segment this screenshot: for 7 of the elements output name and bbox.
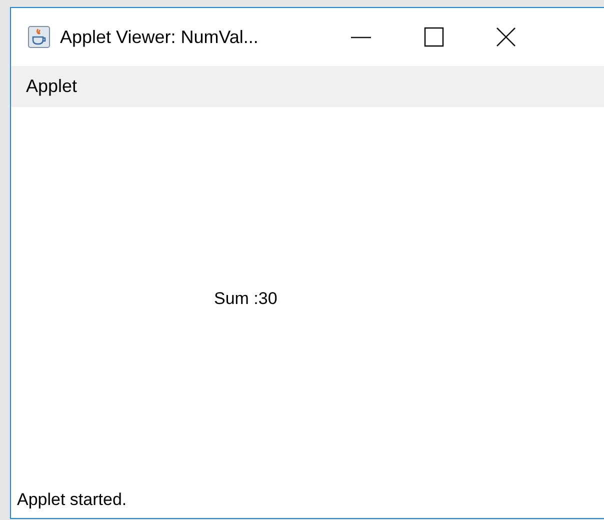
close-icon[interactable] bbox=[496, 27, 516, 47]
maximize-icon[interactable] bbox=[424, 27, 444, 47]
menu-item[interactable]: Applet bbox=[26, 76, 78, 97]
coffee-cup-icon bbox=[28, 26, 50, 48]
sum-text: Sum :30 bbox=[214, 289, 278, 309]
status-text: Applet started. bbox=[16, 489, 128, 511]
window-title: Applet Viewer: NumVal... bbox=[60, 26, 260, 48]
